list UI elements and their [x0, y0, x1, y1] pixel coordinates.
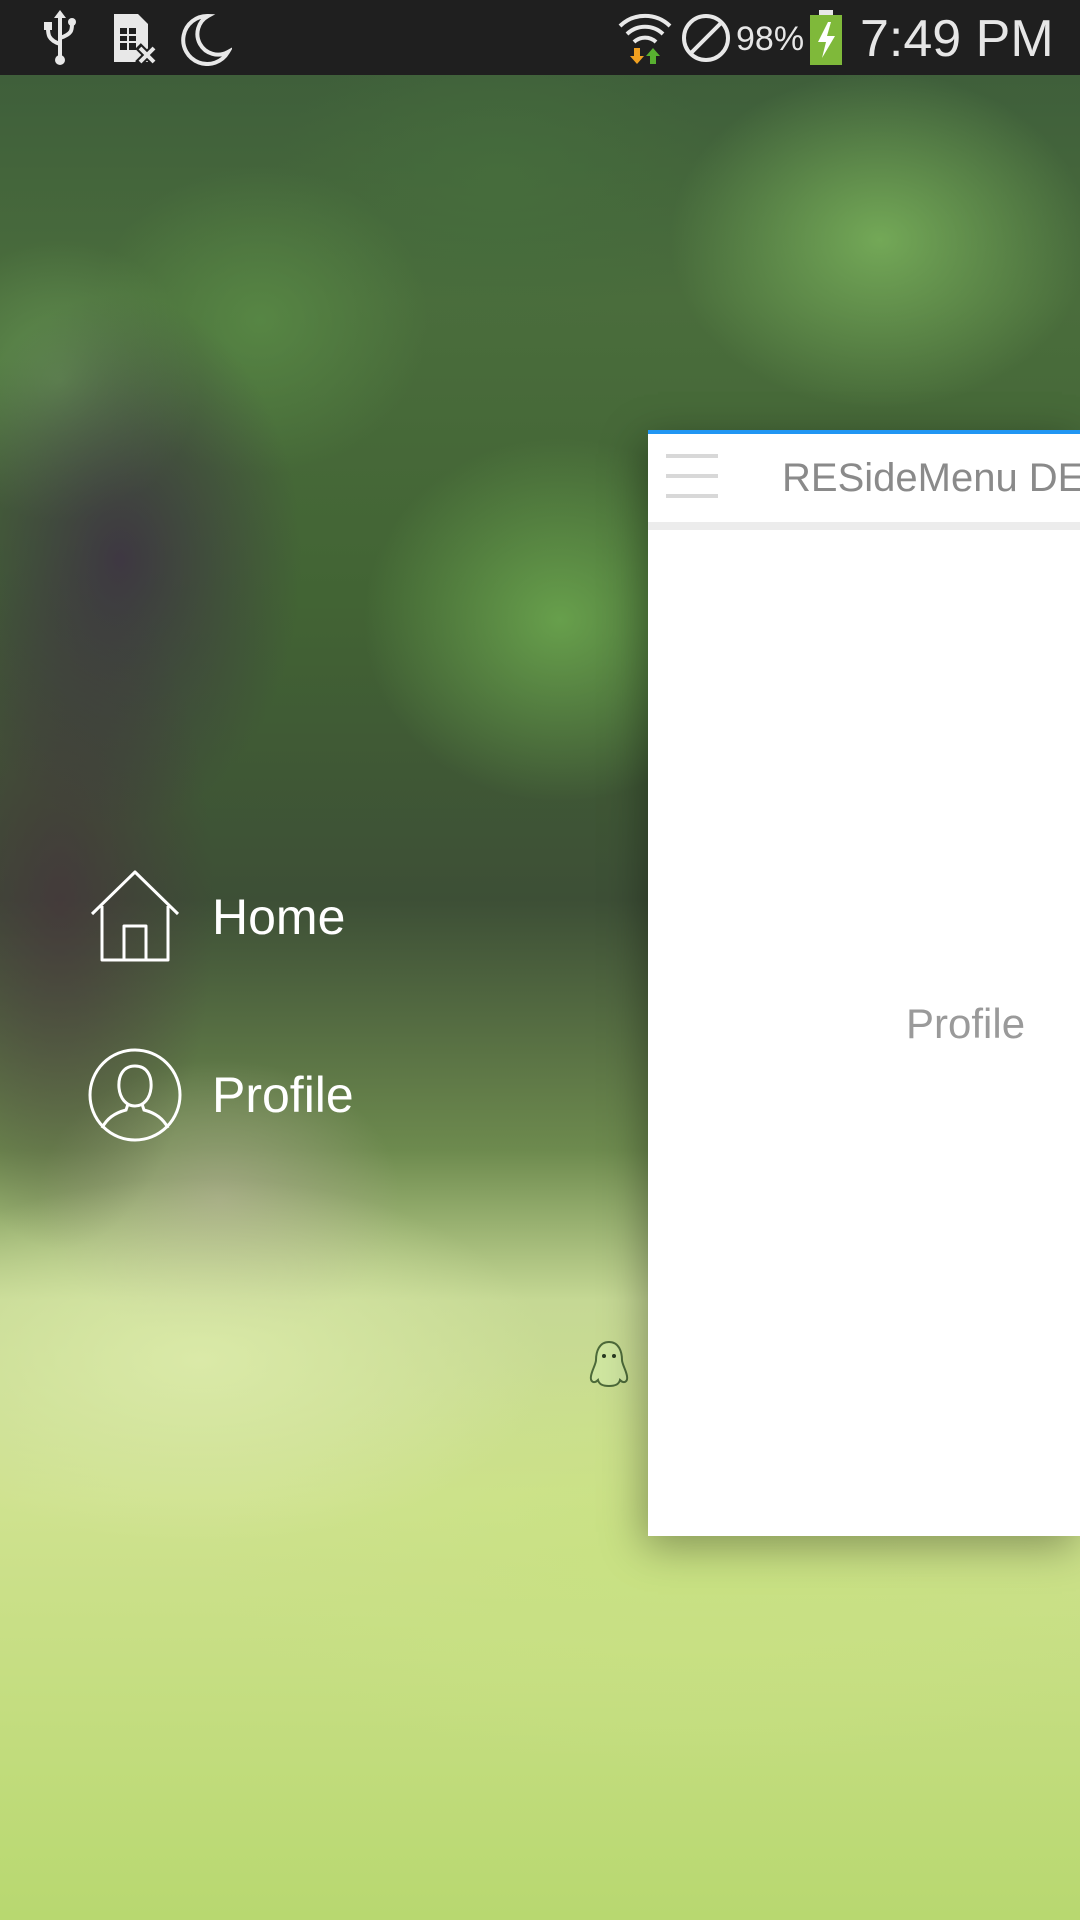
menu-item-label: Profile	[212, 1067, 354, 1123]
battery-percentage: 98%	[736, 20, 805, 58]
penguin-icon	[588, 1340, 630, 1388]
do-not-disturb-moon-icon	[178, 10, 234, 71]
clock-time: 7:49 PM	[860, 10, 1054, 68]
wifi-icon	[616, 8, 674, 71]
menu-item-label: Home	[212, 889, 346, 945]
home-icon	[88, 870, 182, 964]
page-title: RESideMenu DE	[782, 456, 1080, 500]
title-bar: RESideMenu DE	[648, 434, 1080, 522]
blocked-circle-icon	[680, 12, 732, 69]
main-content-card: RESideMenu DE Profile	[648, 430, 1080, 1536]
usb-icon	[38, 10, 82, 71]
content-text: Profile	[906, 1000, 1026, 1047]
title-bar-divider	[648, 522, 1080, 530]
user-profile-icon	[88, 1048, 182, 1142]
menu-item-profile[interactable]: Profile	[88, 1048, 508, 1142]
status-bar: 98% 7:49 PM	[0, 0, 1080, 75]
menu-item-home[interactable]: Home	[88, 870, 508, 964]
screen: 98% 7:49 PM Home Profile RESideMenu DE P…	[0, 0, 1080, 1920]
hamburger-menu-icon[interactable]	[666, 452, 718, 504]
battery-charging-icon	[808, 10, 844, 71]
sim-card-missing-icon	[110, 10, 159, 71]
